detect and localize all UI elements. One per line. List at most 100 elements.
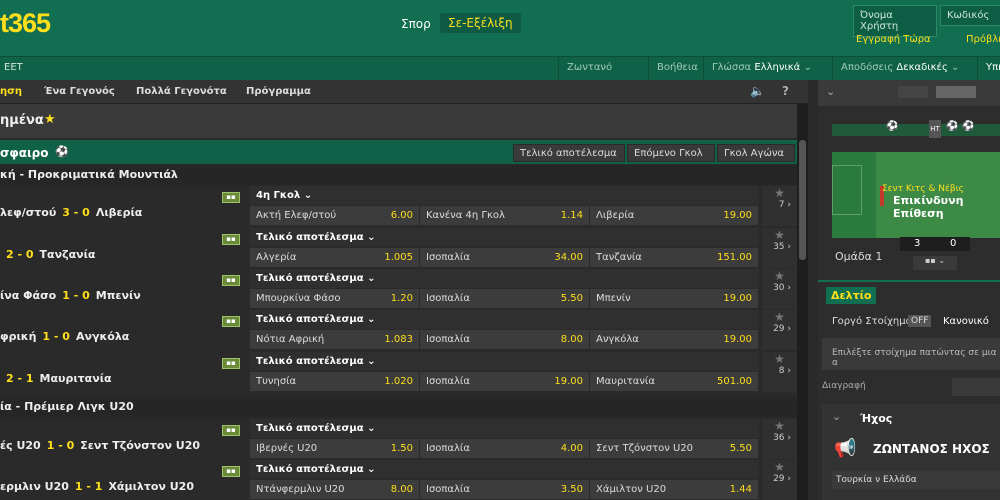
more-markets-link[interactable]: 30 › (773, 283, 791, 293)
odds-button[interactable]: Ακτή Ελεφ/στού 6.00 (250, 206, 420, 225)
more-markets-link[interactable]: 35 › (773, 242, 791, 252)
odds-button[interactable]: Ισοπαλία 5.50 (420, 289, 590, 308)
scrollbar-thumb[interactable] (799, 140, 806, 260)
odds-button[interactable]: Μαυριτανία 501.00 (590, 372, 759, 391)
password-field[interactable]: Κωδικός (940, 5, 1000, 26)
odds-button[interactable]: Αλγερία 1.005 (250, 248, 420, 267)
league-row[interactable]: κή - Προκριματικά Μουντιάλ (0, 165, 797, 185)
tab-next-goal[interactable]: Επόμενο Γκολ (627, 144, 715, 162)
match-teams[interactable]: ίνα Φάσο 1 - 0 Μπενίν (0, 289, 141, 302)
market-header[interactable]: Τελικό αποτέλεσμα ⌄ (250, 310, 759, 329)
stats-icon[interactable]: ▪▪ (222, 466, 240, 477)
logo[interactable]: t365 (0, 8, 51, 39)
stats-icon[interactable]: ▪▪ (222, 234, 240, 245)
stats-icon[interactable]: ▪▪ (222, 192, 240, 203)
more-markets-link[interactable]: 29 › (773, 324, 791, 334)
menu-item-schedule[interactable]: Πρόγραμμα (246, 86, 311, 97)
match-teams[interactable]: λεφ/στού 3 - 0 Λιβερία (0, 206, 142, 219)
chevron-down-icon[interactable]: ⌄ (826, 85, 835, 98)
odds-button[interactable]: Τυνησία 1.020 (250, 372, 420, 391)
tab-match-goals[interactable]: Γκολ Αγώνα (717, 144, 795, 162)
odds-button[interactable]: Ισοπαλία 19.00 (420, 372, 590, 391)
delete-button[interactable] (952, 378, 1000, 396)
market-header[interactable]: Τελικό αποτέλεσμα ⌄ (250, 228, 759, 247)
odds-button[interactable]: Ανγκόλα 19.00 (590, 330, 759, 349)
more-markets-link[interactable]: 7 › (779, 200, 791, 210)
stats-icon[interactable]: ▪▪ (222, 316, 240, 327)
star-icon[interactable]: ★ (44, 112, 56, 127)
pitch-box (832, 165, 862, 215)
odds-button[interactable]: Χάμιλτον U20 1.44 (590, 480, 759, 499)
bet-slip-header[interactable]: Δελτίο (826, 287, 877, 304)
menu-bar (0, 80, 808, 104)
star-icon[interactable]: ★ (762, 269, 791, 283)
speaker-icon[interactable]: 🔈 (750, 84, 765, 98)
match-teams[interactable]: ερμλιν U20 1 - 1 Χάμιλτον U20 (0, 480, 194, 493)
match-teams[interactable]: 2 - 0 Τανζανία (0, 248, 96, 261)
live-video-link[interactable]: Ζωντανό Βίντεο (558, 56, 640, 97)
field-view-icon[interactable] (936, 86, 976, 98)
audio-match-select[interactable]: Τουρκία ν Ελλάδα (832, 471, 1000, 489)
more-markets-link[interactable]: 8 › (779, 366, 791, 376)
market-header[interactable]: Τελικό αποτέλεσμα ⌄ (250, 419, 759, 438)
help-icon[interactable]: ? (782, 84, 789, 98)
odds-button[interactable]: Ιβερνές U20 1.50 (250, 439, 420, 458)
stats-icon[interactable]: ▪▪ (222, 358, 240, 369)
section-header (0, 104, 808, 138)
odds-button[interactable]: Τανζανία 151.00 (590, 248, 759, 267)
more-markets-link[interactable]: 36 › (773, 433, 791, 443)
chevron-down-icon: ⌄ (367, 464, 376, 475)
market-header[interactable]: Τελικό αποτέλεσμα ⌄ (250, 352, 759, 371)
menu-item-single-event[interactable]: Ένα Γεγονός (44, 86, 115, 97)
username-field[interactable]: Όνομα Χρήστη (853, 5, 937, 37)
odds-button[interactable]: Ισοπαλία 8.00 (420, 330, 590, 349)
stats-dropdown[interactable]: ▪▪ ⌄ (913, 256, 957, 270)
star-icon[interactable]: ★ (762, 186, 791, 200)
more-markets-link[interactable]: 29 › (773, 474, 791, 484)
menu-item-multi-event[interactable]: Πολλά Γεγονότα (136, 86, 227, 97)
odds-button[interactable]: Σεντ Τζόνστον U20 5.50 (590, 439, 759, 458)
match-side: ★ 29 › (762, 310, 797, 350)
menu-item-overview[interactable]: ηση (0, 86, 22, 97)
help-link[interactable]: Βοήθεια (648, 56, 700, 80)
sport-title: σφαιρο (0, 146, 49, 160)
language-select[interactable]: Γλώσσα Ελληνικά ⌄ (703, 56, 829, 80)
star-icon[interactable]: ★ (762, 460, 791, 474)
odds-button[interactable]: Νότια Αφρική 1.083 (250, 330, 420, 349)
tab-full-time-result[interactable]: Τελικό αποτέλεσμα (513, 144, 625, 162)
forgot-link[interactable]: Πρόβλη (966, 34, 1000, 45)
odds-row: Αλγερία 1.005 Ισοπαλία 34.00 Τανζανία 151.0… (250, 248, 759, 267)
star-icon[interactable]: ★ (762, 228, 791, 242)
quick-bet-toggle[interactable]: OFF (908, 315, 932, 327)
nav-sport-link[interactable]: Σπορ (401, 17, 431, 31)
market-header[interactable]: Τελικό αποτέλεσμα ⌄ (250, 460, 759, 479)
nav-live-link[interactable]: Σε-Εξέλιξη (440, 13, 521, 33)
odds-button[interactable]: Μπενίν 19.00 (590, 289, 759, 308)
subbar-more[interactable]: Υπη (977, 56, 1000, 80)
chevron-down-icon[interactable]: ⌄ (832, 410, 841, 423)
odds-button[interactable]: Ισοπαλία 4.00 (420, 439, 590, 458)
odds-button[interactable]: Μπουρκίνα Φάσο 1.20 (250, 289, 420, 308)
odds-select[interactable]: Αποδόσεις Δεκαδικές ⌄ (832, 56, 974, 80)
star-icon[interactable]: ★ (762, 310, 791, 324)
odds-button[interactable]: Κανένα 4η Γκολ 1.14 (420, 206, 590, 225)
match-teams[interactable]: 2 - 1 Μαυριτανία (0, 372, 112, 385)
league-row[interactable]: ία - Πρέμιερ Λιγκ U20 (0, 397, 797, 417)
odds-button[interactable]: Ισοπαλία 3.50 (420, 480, 590, 499)
match-teams[interactable]: ές U20 1 - 0 Σεντ Τζόνστον U20 (0, 439, 200, 452)
standard-mode[interactable]: Κανονικό (943, 316, 989, 327)
register-link[interactable]: Εγγραφή Τώρα (856, 34, 931, 45)
stats-icon[interactable]: ▪▪ (222, 425, 240, 436)
stats-icon[interactable]: ▪▪ (222, 275, 240, 286)
chevron-down-icon: ⌄ (367, 232, 376, 243)
odds-button[interactable]: Ντάνφερμλιν U20 8.00 (250, 480, 420, 499)
market-header[interactable]: 4η Γκολ ⌄ (250, 186, 759, 205)
odds-button[interactable]: Ισοπαλία 34.00 (420, 248, 590, 267)
market-header[interactable]: Τελικό αποτέλεσμα ⌄ (250, 269, 759, 288)
monitor-icon[interactable] (898, 86, 928, 98)
odds-button[interactable]: Λιβερία 19.00 (590, 206, 759, 225)
star-icon[interactable]: ★ (762, 419, 791, 433)
star-icon[interactable]: ★ (762, 352, 791, 366)
match-teams[interactable]: φρική 1 - 0 Ανγκόλα (0, 330, 129, 343)
delete-label[interactable]: Διαγραφή (822, 381, 866, 391)
